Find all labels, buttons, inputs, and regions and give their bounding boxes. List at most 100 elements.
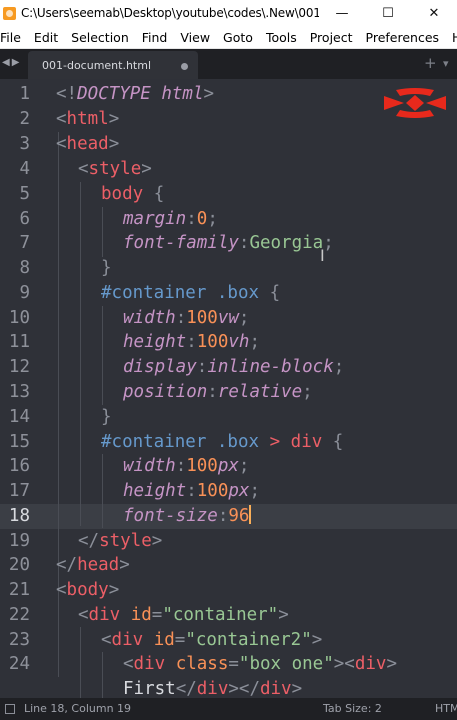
punct: : [175,308,187,328]
attribute: id [120,605,152,625]
new-tab-icon[interactable]: + [424,54,437,72]
punct: } [101,407,112,427]
punct: ; [333,357,345,377]
unit: px [217,456,239,476]
code-line-11: height:100vh; [123,330,260,355]
punct: } [101,258,112,278]
combinator: > [259,432,291,452]
punct: ; [238,456,250,476]
punct: > [108,109,120,129]
tag: div [354,654,387,674]
code-area[interactable]: <!DOCTYPE html> <html> <head> <style> bo… [56,79,457,698]
string: "box one" [238,654,334,674]
string: "container2" [185,630,312,650]
minimize-button[interactable]: — [319,0,365,26]
punct: > [386,654,397,674]
unit: px [228,481,250,501]
code-line-5: body { [101,182,164,207]
code-line-18: font-size:96 [123,504,252,529]
tab-nav-arrows-icon[interactable]: ◀▶ [2,57,21,68]
punct: < [56,109,67,129]
menu-project[interactable]: Project [304,30,360,45]
value: Georgia [249,233,324,253]
property: height [123,332,187,352]
line-number: 9 [19,283,30,303]
mouse-ibeam-icon: I [320,246,325,265]
property: width [123,456,176,476]
punct: ; [249,332,260,352]
line-number: 23 [8,630,30,650]
unsaved-dot-icon[interactable] [181,63,188,70]
code-line-9: #container .box { [101,281,280,306]
punct: ; [302,382,313,402]
menu-help[interactable]: Help [446,30,457,45]
punct: < [56,134,67,154]
panel-toggle-icon[interactable] [5,704,15,714]
line-number: 10 [8,308,30,328]
punct: : [175,456,187,476]
menu-file[interactable]: File [0,30,28,45]
code-editor[interactable]: 1 2 3 4 5 6 7 8 9 10 11 12 13 14 15 16 1… [0,79,457,698]
code-line-13: position:relative; [123,380,313,405]
punct: : [217,506,229,526]
tag: head [66,134,109,154]
punct: : [186,209,197,229]
tab-label: 001-document.html [42,59,152,72]
code-line-7: font-family:Georgia; [123,231,334,256]
punct: </ [56,555,78,575]
tag: style [99,531,152,551]
punct: { [259,283,281,303]
code-line-24: <div class="box one"><div> [123,652,397,677]
tag: style [88,159,142,179]
property: width [123,308,176,328]
window-title: C:\Users\seemab\Desktop\youtube\codes\.N… [21,6,319,20]
line-number: 24 [8,654,30,674]
keyword-value: inline-block [207,357,334,377]
punct: ; [249,481,260,501]
line-number: 5 [19,184,30,204]
code-line-10: width:100vw; [123,306,249,331]
tab-001-document[interactable]: 001-document.html [28,51,198,79]
punct: < [56,580,67,600]
line-number: 20 [8,555,30,575]
line-number-gutter: 1 2 3 4 5 6 7 8 9 10 11 12 13 14 15 16 1… [0,79,44,698]
line-number-active: 18 [8,506,30,526]
menu-tools[interactable]: Tools [260,30,304,45]
tab-size-selector[interactable]: Tab Size: 2 [323,702,382,715]
close-button[interactable]: ✕ [411,0,457,26]
indent-guide [102,652,103,698]
menu-preferences[interactable]: Preferences [360,30,447,45]
punct: > [291,679,303,698]
id-selector: #container [101,432,207,452]
punct: { [143,184,165,204]
punct: </ [175,679,197,698]
status-bar: Line 18, Column 19 Tab Size: 2 HTML [0,698,457,720]
punct: = [174,630,186,650]
number: 100 [196,481,229,501]
code-line-2: <html> [56,107,119,132]
syntax-selector[interactable]: HTML [435,702,457,715]
menu-edit[interactable]: Edit [28,30,65,45]
channel-logo-icon [384,88,446,118]
code-line-22: <div id="container"> [78,603,289,628]
code-line-3: <head> [56,132,119,157]
menu-goto[interactable]: Goto [217,30,260,45]
unit: vw [217,308,239,328]
punct: < [123,654,134,674]
text-cursor [249,505,252,524]
punct: { [322,432,344,452]
code-line-25: First</div></div> [123,677,302,698]
code-line-19: </style> [78,529,162,554]
line-number: 6 [19,209,30,229]
menu-view[interactable]: View [174,30,217,45]
line-number: 15 [8,432,30,452]
punct: > [141,159,152,179]
punct: = [228,654,239,674]
menu-find[interactable]: Find [136,30,175,45]
tab-list-chevron-icon[interactable]: ▾ [443,57,449,70]
punct: : [186,332,197,352]
menu-selection[interactable]: Selection [65,30,136,45]
maximize-button[interactable]: ☐ [365,0,411,26]
attribute: class [165,654,229,674]
line-number: 21 [8,580,30,600]
